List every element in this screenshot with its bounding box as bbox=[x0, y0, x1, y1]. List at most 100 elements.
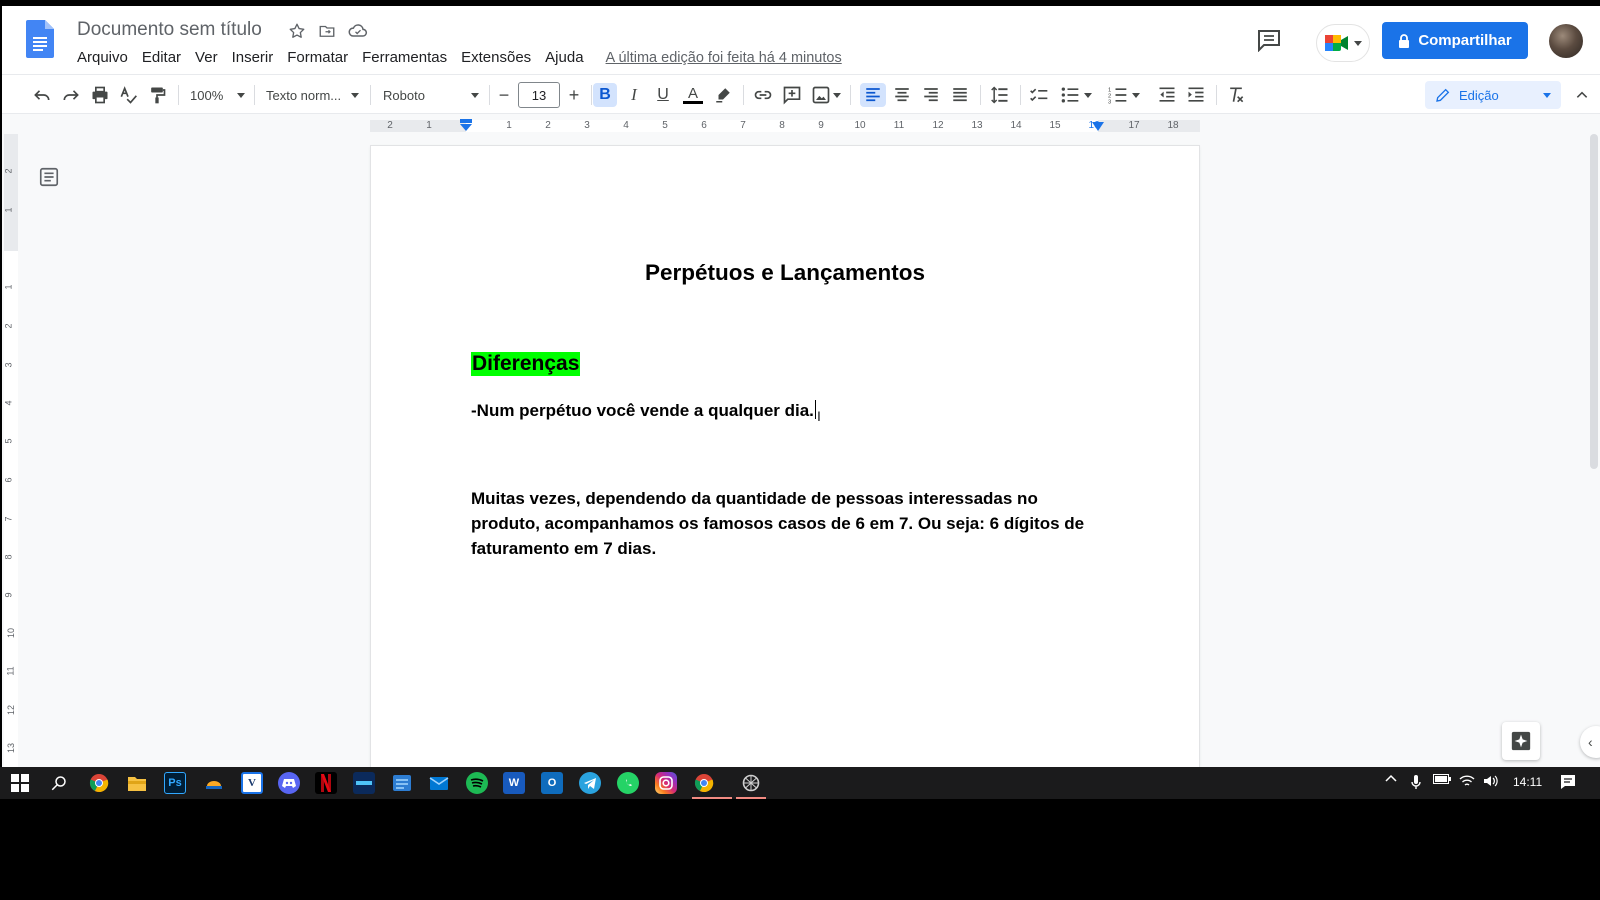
align-center-icon[interactable] bbox=[890, 83, 914, 107]
vertical-ruler[interactable]: 2 1 1 2 3 4 5 6 7 8 9 10 11 12 13 bbox=[4, 134, 18, 767]
chrome-icon[interactable] bbox=[88, 772, 110, 794]
body-paragraph[interactable]: Muitas vezes, dependendo da quantidade d… bbox=[471, 486, 1103, 561]
whatsapp-icon[interactable] bbox=[617, 772, 639, 794]
document-page[interactable]: Perpétuos e Lançamentos Diferenças -Num … bbox=[371, 146, 1199, 767]
justify-icon[interactable] bbox=[948, 83, 972, 107]
app-icon[interactable] bbox=[353, 772, 375, 794]
zoom-select[interactable]: 100% bbox=[190, 83, 246, 107]
ruler-number: 6 bbox=[3, 477, 14, 483]
text-color-icon[interactable]: A bbox=[681, 83, 705, 107]
line-spacing-icon[interactable] bbox=[988, 83, 1012, 107]
vegas-icon[interactable]: V bbox=[241, 772, 263, 794]
explore-button[interactable] bbox=[1502, 722, 1540, 760]
windows-start-icon[interactable] bbox=[9, 772, 31, 794]
instagram-icon[interactable] bbox=[655, 772, 677, 794]
decrease-font-icon[interactable]: − bbox=[494, 83, 514, 107]
discord-icon[interactable] bbox=[278, 772, 300, 794]
toolbar-divider bbox=[591, 85, 592, 105]
header: Documento sem título Arquivo Editar Ver … bbox=[2, 6, 1600, 74]
show-hidden-icons-icon[interactable] bbox=[1383, 774, 1399, 782]
share-button[interactable]: Compartilhar bbox=[1382, 22, 1528, 59]
netflix-icon[interactable] bbox=[315, 772, 337, 794]
formatting-toolbar: 100% Texto norm... Roboto − 13 + B I U A bbox=[2, 74, 1600, 114]
decrease-indent-icon[interactable] bbox=[1155, 83, 1179, 107]
menu-ajuda[interactable]: Ajuda bbox=[538, 46, 590, 69]
menu-ver[interactable]: Ver bbox=[188, 46, 225, 69]
cloud-status-icon[interactable] bbox=[348, 21, 368, 41]
left-indent-marker[interactable] bbox=[459, 118, 473, 134]
italic-icon[interactable]: I bbox=[622, 83, 646, 107]
highlight-icon[interactable] bbox=[711, 83, 735, 107]
bold-icon[interactable]: B bbox=[593, 83, 617, 107]
paragraph-style-select[interactable]: Texto norm... bbox=[266, 83, 360, 107]
print-icon[interactable] bbox=[88, 83, 112, 107]
ruler-number: 10 bbox=[854, 120, 866, 131]
menu-ferramentas[interactable]: Ferramentas bbox=[355, 46, 454, 69]
editing-mode-select[interactable]: Edição bbox=[1425, 81, 1561, 109]
word-icon[interactable]: W bbox=[503, 772, 525, 794]
battery-icon[interactable] bbox=[1432, 774, 1452, 784]
align-right-icon[interactable] bbox=[919, 83, 943, 107]
telegram-icon[interactable] bbox=[579, 772, 601, 794]
volume-icon[interactable] bbox=[1482, 774, 1500, 788]
spellcheck-icon[interactable] bbox=[116, 83, 140, 107]
move-folder-icon[interactable] bbox=[317, 21, 337, 41]
font-select[interactable]: Roboto bbox=[383, 83, 479, 107]
ruler-number: 5 bbox=[662, 120, 668, 131]
redo-icon[interactable] bbox=[59, 83, 83, 107]
document-heading[interactable]: Perpétuos e Lançamentos bbox=[371, 260, 1199, 286]
body-line[interactable]: -Num perpétuo você vende a qualquer dia. bbox=[471, 400, 816, 421]
undo-icon[interactable] bbox=[30, 83, 54, 107]
document-title[interactable]: Documento sem título bbox=[77, 19, 262, 41]
vertical-scrollbar[interactable] bbox=[1590, 134, 1598, 469]
meet-button[interactable] bbox=[1316, 24, 1370, 62]
increase-font-icon[interactable]: + bbox=[564, 83, 584, 107]
bulleted-list-icon[interactable] bbox=[1058, 83, 1094, 107]
app-icon[interactable] bbox=[740, 772, 762, 794]
microphone-icon[interactable] bbox=[1408, 774, 1424, 790]
font-size-input[interactable]: 13 bbox=[518, 82, 560, 108]
horizontal-ruler[interactable]: 2 1 1 2 3 4 5 6 7 8 9 10 11 12 13 14 15 … bbox=[370, 118, 1200, 134]
menu-editar[interactable]: Editar bbox=[135, 46, 188, 69]
comment-history-icon[interactable] bbox=[1256, 28, 1282, 53]
menu-arquivo[interactable]: Arquivo bbox=[70, 46, 135, 69]
side-panel-toggle-icon[interactable]: ‹ bbox=[1580, 726, 1600, 758]
ruler-number: 12 bbox=[932, 120, 944, 131]
taskbar-clock[interactable]: 14:11 bbox=[1513, 775, 1542, 789]
checklist-icon[interactable] bbox=[1027, 83, 1051, 107]
notifications-icon[interactable] bbox=[1558, 774, 1578, 790]
app-icon[interactable] bbox=[391, 772, 413, 794]
app-icon[interactable] bbox=[203, 772, 225, 794]
last-edit-link[interactable]: A última edição foi feita há 4 minutos bbox=[606, 50, 842, 66]
photoshop-icon[interactable]: Ps bbox=[164, 772, 186, 794]
insert-image-icon[interactable] bbox=[809, 83, 843, 107]
account-avatar[interactable] bbox=[1549, 24, 1583, 58]
align-left-icon[interactable] bbox=[860, 83, 886, 107]
add-comment-icon[interactable] bbox=[780, 83, 804, 107]
paint-format-icon[interactable] bbox=[145, 83, 169, 107]
menu-extensoes[interactable]: Extensões bbox=[454, 46, 538, 69]
link-icon[interactable] bbox=[751, 83, 775, 107]
increase-indent-icon[interactable] bbox=[1184, 83, 1208, 107]
menu-inserir[interactable]: Inserir bbox=[225, 46, 281, 69]
underline-icon[interactable]: U bbox=[651, 83, 675, 107]
menu-formatar[interactable]: Formatar bbox=[280, 46, 355, 69]
toolbar-divider bbox=[743, 85, 744, 105]
ruler-number: 3 bbox=[3, 362, 14, 368]
mail-icon[interactable] bbox=[428, 772, 450, 794]
docs-logo-icon[interactable] bbox=[26, 20, 54, 58]
outlook-icon[interactable]: O bbox=[541, 772, 563, 794]
ruler-number: 13 bbox=[6, 742, 17, 754]
search-icon[interactable] bbox=[48, 772, 70, 794]
clear-formatting-icon[interactable] bbox=[1224, 83, 1248, 107]
chrome-icon[interactable] bbox=[693, 772, 715, 794]
wifi-icon[interactable] bbox=[1458, 774, 1476, 788]
star-icon[interactable] bbox=[287, 21, 307, 41]
file-explorer-icon[interactable] bbox=[126, 772, 148, 794]
document-outline-icon[interactable] bbox=[38, 166, 60, 188]
spotify-icon[interactable] bbox=[466, 772, 488, 794]
ruler-number: 8 bbox=[3, 554, 14, 560]
collapse-icon[interactable] bbox=[1572, 83, 1592, 107]
section-heading[interactable]: Diferenças bbox=[471, 352, 581, 376]
numbered-list-icon[interactable]: 123 bbox=[1106, 83, 1142, 107]
